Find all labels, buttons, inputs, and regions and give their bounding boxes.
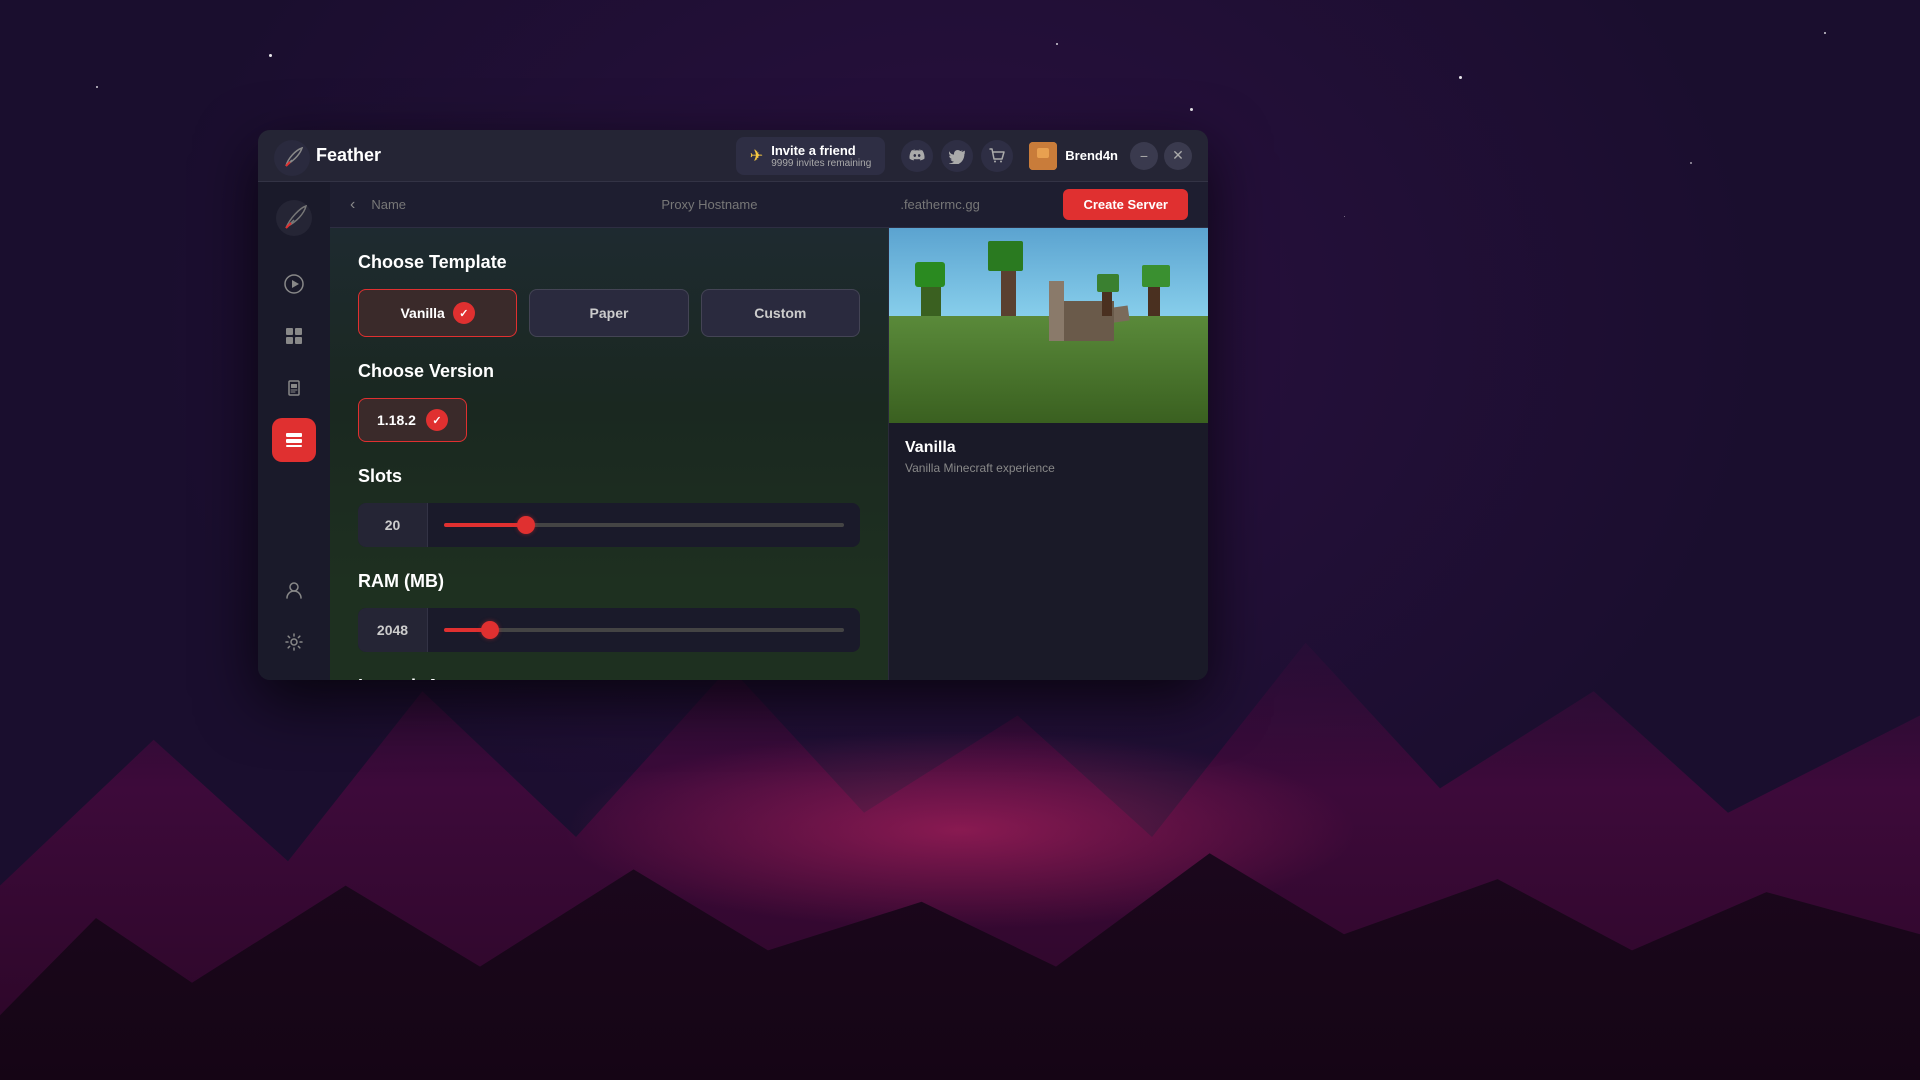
header: Feather ✈ Invite a friend 9999 invites r… — [258, 130, 1208, 182]
version-value: 1.18.2 — [377, 412, 416, 428]
header-icons — [901, 140, 1013, 172]
sidebar-item-servers[interactable] — [272, 418, 316, 462]
slots-title: Slots — [358, 466, 860, 487]
content-area: ‹ Name Proxy Hostname .feathermc.gg Crea… — [330, 182, 1208, 680]
invite-title: Invite a friend — [771, 143, 871, 158]
preview-description: Vanilla Minecraft experience — [905, 461, 1192, 475]
version-check-icon: ✓ — [426, 409, 448, 431]
template-section: Choose Template Vanilla ✓ Paper Custom — [358, 252, 860, 337]
inner-content: Choose Template Vanilla ✓ Paper Custom — [330, 228, 1208, 680]
sub-header-name: Name — [371, 197, 586, 212]
template-custom-button[interactable]: Custom — [701, 289, 860, 337]
invite-sub: 9999 invites remaining — [771, 158, 871, 169]
version-title: Choose Version — [358, 361, 860, 382]
form-area: Choose Template Vanilla ✓ Paper Custom — [330, 228, 888, 680]
template-buttons: Vanilla ✓ Paper Custom — [358, 289, 860, 337]
ram-value-display: 2048 — [358, 608, 428, 652]
minecraft-scene — [889, 228, 1208, 423]
app-window: Feather ✈ Invite a friend 9999 invites r… — [258, 130, 1208, 680]
slots-slider[interactable] — [444, 523, 844, 527]
ram-track-wrapper — [428, 628, 860, 632]
template-paper-button[interactable]: Paper — [529, 289, 688, 337]
launch-args-title: Launch Args — [358, 676, 467, 680]
back-button[interactable]: ‹ — [350, 196, 355, 214]
template-paper-label: Paper — [590, 305, 629, 321]
preview-info: Vanilla Vanilla Minecraft experience — [889, 423, 1208, 491]
ram-slider-container: 2048 — [358, 608, 860, 652]
sidebar-logo — [274, 198, 314, 238]
sidebar-item-grid[interactable] — [272, 314, 316, 358]
window-controls: − ✕ — [1130, 142, 1192, 170]
ram-slider[interactable] — [444, 628, 844, 632]
slots-section: Slots 20 — [358, 466, 860, 547]
user-name: Brend4n — [1065, 148, 1118, 163]
launch-title: Launch Args For advanced users only — [358, 676, 860, 680]
invite-section[interactable]: ✈ Invite a friend 9999 invites remaining — [736, 137, 885, 175]
preview-panel: Vanilla Vanilla Minecraft experience — [888, 228, 1208, 680]
template-vanilla-label: Vanilla — [400, 305, 444, 321]
sidebar — [258, 182, 330, 680]
sidebar-item-profile[interactable] — [272, 568, 316, 612]
ram-title: RAM (MB) — [358, 571, 860, 592]
version-button[interactable]: 1.18.2 ✓ — [358, 398, 467, 442]
shop-button[interactable] — [981, 140, 1013, 172]
header-title: Feather — [316, 145, 381, 166]
sub-header-domain: .feathermc.gg — [833, 197, 1048, 212]
template-custom-label: Custom — [754, 305, 806, 321]
template-title: Choose Template — [358, 252, 860, 273]
sidebar-item-shop[interactable] — [272, 366, 316, 410]
template-vanilla-button[interactable]: Vanilla ✓ — [358, 289, 517, 337]
create-server-button[interactable]: Create Server — [1063, 189, 1188, 220]
twitter-button[interactable] — [941, 140, 973, 172]
user-section: Brend4n — [1029, 142, 1118, 170]
invite-text-block: Invite a friend 9999 invites remaining — [771, 143, 871, 169]
user-avatar — [1029, 142, 1057, 170]
discord-button[interactable] — [901, 140, 933, 172]
launch-section: Launch Args For advanced users only — [358, 676, 860, 680]
sub-header: ‹ Name Proxy Hostname .feathermc.gg Crea… — [330, 182, 1208, 228]
slots-value-display: 20 — [358, 503, 428, 547]
version-section: Choose Version 1.18.2 ✓ — [358, 361, 860, 442]
header-logo — [274, 140, 306, 172]
sidebar-item-settings[interactable] — [272, 620, 316, 664]
close-button[interactable]: ✕ — [1164, 142, 1192, 170]
preview-name: Vanilla — [905, 439, 1192, 457]
invite-icon: ✈ — [750, 146, 763, 166]
slots-track-wrapper — [428, 523, 860, 527]
preview-image — [889, 228, 1208, 423]
sidebar-item-play[interactable] — [272, 262, 316, 306]
ram-section: RAM (MB) 2048 — [358, 571, 860, 652]
vanilla-check-icon: ✓ — [453, 302, 475, 324]
sub-header-proxy: Proxy Hostname — [602, 197, 817, 212]
slots-slider-container: 20 — [358, 503, 860, 547]
main-layout: ‹ Name Proxy Hostname .feathermc.gg Crea… — [258, 182, 1208, 680]
minimize-button[interactable]: − — [1130, 142, 1158, 170]
